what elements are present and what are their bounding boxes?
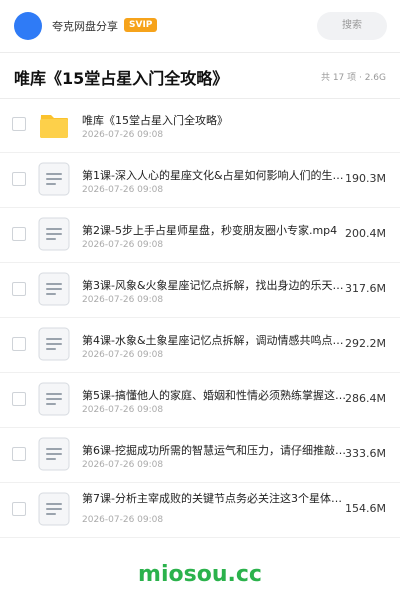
row-checkbox[interactable] [12, 337, 26, 351]
file-row[interactable]: 第5课-搞懂他人的家庭、婚姻和性情必须熟练掌握这4… 2026-07-26 09:… [0, 373, 400, 428]
file-row[interactable]: 第4课-水象&土象星座记忆点拆解，调动情感共鸣点，… 2026-07-26 09:… [0, 318, 400, 373]
file-name: 唯库《15堂占星入门全攻略》 [82, 114, 228, 127]
folder-icon [38, 107, 70, 141]
file-count-summary: 共 17 项 · 2.6G [320, 73, 386, 83]
file-name: 第5课-搞懂他人的家庭、婚姻和性情必须熟练掌握这4… [82, 389, 350, 402]
row-checkbox[interactable] [12, 447, 26, 461]
avatar[interactable] [14, 12, 42, 40]
file-name: 第7课-分析主宰成败的关键节点务必关注这3个星体… [82, 492, 342, 505]
file-date: 2026-07-26 09:08 [82, 350, 164, 360]
folder-row[interactable]: 唯库《15堂占星入门全攻略》 2026-07-26 09:08 [0, 98, 400, 153]
file-name: 第2课-5步上手占星师星盘，秒变朋友圈小专家.mp4 [82, 224, 338, 237]
file-row[interactable]: 第1课-深入人心的星座文化&占星如何影响人们的生活… 2026-07-26 09:… [0, 153, 400, 208]
file-name: 第4课-水象&土象星座记忆点拆解，调动情感共鸣点，… [82, 334, 350, 347]
document-icon [38, 382, 70, 416]
document-icon [38, 272, 70, 306]
file-date: 2026-07-26 09:08 [82, 405, 164, 415]
svip-badge: SVIP [124, 18, 158, 32]
file-date: 2026-07-26 09:08 [82, 460, 164, 470]
file-date: 2026-07-26 09:08 [82, 130, 164, 140]
file-date: 2026-07-26 09:08 [82, 295, 164, 305]
file-date: 2026-07-26 09:08 [82, 185, 164, 195]
file-date: 2026-07-26 09:08 [82, 515, 164, 525]
document-icon [38, 217, 70, 251]
file-size: 292.2M [345, 337, 386, 350]
row-checkbox[interactable] [12, 172, 26, 186]
file-date: 2026-07-26 09:08 [82, 240, 164, 250]
file-size: 200.4M [345, 227, 386, 240]
app-name: 夸克网盘分享 [52, 20, 118, 33]
search-input[interactable]: 搜索 [317, 12, 387, 40]
file-size: 317.6M [345, 282, 386, 295]
file-row[interactable]: 第6课-挖掘成功所需的智慧运气和压力，请仔细推敲这… 2026-07-26 09:… [0, 428, 400, 483]
file-row[interactable]: 第7课-分析主宰成败的关键节点务必关注这3个星体… 2026-07-26 09:0… [0, 483, 400, 538]
title-bar: 唯库《15堂占星入门全攻略》 共 17 项 · 2.6G [0, 52, 400, 98]
row-checkbox[interactable] [12, 392, 26, 406]
document-icon [38, 492, 70, 526]
file-size: 154.6M [345, 502, 386, 515]
file-size: 333.6M [345, 447, 386, 460]
file-name: 第6课-挖掘成功所需的智慧运气和压力，请仔细推敲这… [82, 444, 350, 457]
watermark: miosou.cc [138, 562, 262, 587]
file-name: 第1课-深入人心的星座文化&占星如何影响人们的生活… [82, 169, 350, 182]
row-checkbox[interactable] [12, 502, 26, 516]
document-icon [38, 162, 70, 196]
document-icon [38, 327, 70, 361]
row-checkbox[interactable] [12, 282, 26, 296]
file-size: 286.4M [345, 392, 386, 405]
file-list: 唯库《15堂占星入门全攻略》 2026-07-26 09:08 第1课-深入人心的星… [0, 98, 400, 538]
page-title: 唯库《15堂占星入门全攻略》 [14, 69, 229, 88]
file-name: 第3课-风象&火象星座记忆点拆解，找出身边的乐天派… [82, 279, 350, 292]
document-icon [38, 437, 70, 471]
row-checkbox[interactable] [12, 227, 26, 241]
header: 夸克网盘分享 SVIP 搜索 [0, 0, 400, 52]
file-size: 190.3M [345, 172, 386, 185]
file-row[interactable]: 第2课-5步上手占星师星盘，秒变朋友圈小专家.mp4 2026-07-26 09:… [0, 208, 400, 263]
file-row[interactable]: 第3课-风象&火象星座记忆点拆解，找出身边的乐天派… 2026-07-26 09:… [0, 263, 400, 318]
row-checkbox[interactable] [12, 117, 26, 131]
